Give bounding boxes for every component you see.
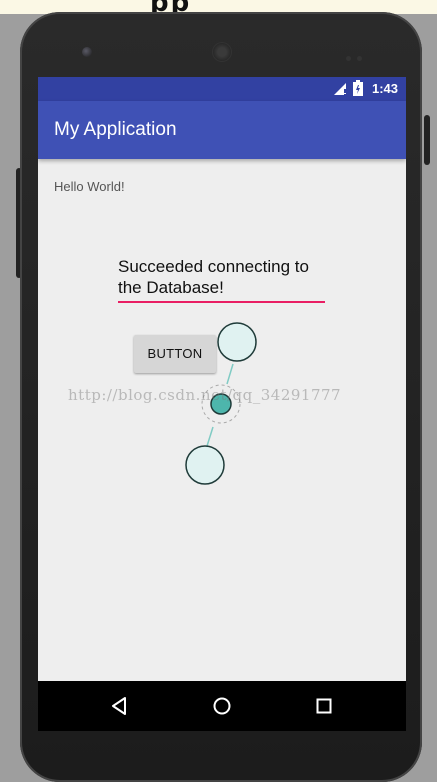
back-icon[interactable]	[110, 697, 128, 720]
selection-end-handle[interactable]	[185, 445, 225, 485]
navigation-bar	[38, 681, 406, 731]
handle-connector-top	[226, 363, 234, 385]
handle-connector-bottom	[206, 426, 214, 447]
cropped-title-fragment: ˈpp	[140, 0, 192, 18]
power-button	[424, 115, 430, 165]
text-selection-overlay	[185, 322, 257, 485]
earpiece-speaker	[212, 42, 232, 62]
home-icon[interactable]	[213, 697, 231, 720]
front-camera	[82, 47, 92, 57]
device-screen: 1:43 My Application Hello World! Succeed…	[38, 77, 406, 681]
watermark-text: http://blog.csdn.net/qq_34291777	[68, 386, 342, 404]
proximity-sensor	[346, 48, 368, 61]
selection-start-handle[interactable]	[217, 322, 257, 362]
recents-icon[interactable]	[316, 698, 332, 719]
